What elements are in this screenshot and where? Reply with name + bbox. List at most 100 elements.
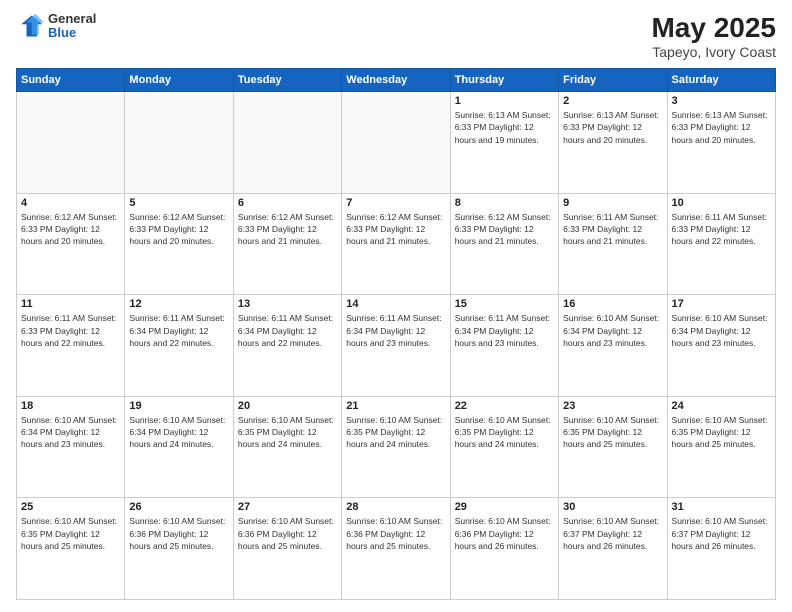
calendar-cell: 22 Sunrise: 6:10 AM Sunset: 6:35 PM Dayli…	[450, 396, 558, 498]
calendar-cell: 17Sunrise: 6:10 AM Sunset: 6:34 PM Dayli…	[667, 295, 775, 397]
day-info: Sunrise: 6:10 AM Sunset: 6:36 PM Dayligh…	[455, 515, 554, 552]
day-info: Sunrise: 6:10 AM Sunset: 6:35 PM Dayligh…	[238, 414, 337, 451]
calendar-week-1: 1Sunrise: 6:13 AM Sunset: 6:33 PM Daylig…	[17, 92, 776, 194]
day-number: 15	[455, 298, 554, 310]
calendar-cell: 5Sunrise: 6:12 AM Sunset: 6:33 PM Daylig…	[125, 193, 233, 295]
calendar-cell: 13Sunrise: 6:11 AM Sunset: 6:34 PM Dayli…	[233, 295, 341, 397]
calendar-cell: 29Sunrise: 6:10 AM Sunset: 6:36 PM Dayli…	[450, 498, 558, 600]
calendar-cell: 11 Sunrise: 6:11 AM Sunset: 6:33 PM Dayli…	[17, 295, 125, 397]
day-info: Sunrise: 6:10 AM Sunset: 6:37 PM Dayligh…	[672, 515, 771, 552]
day-number: 12	[129, 298, 228, 310]
day-info: Sunrise: 6:10 AM Sunset: 6:34 PM Dayligh…	[563, 312, 662, 349]
calendar-cell: 7 Sunrise: 6:12 AM Sunset: 6:33 PM Daylig…	[342, 193, 450, 295]
calendar-cell: 25Sunrise: 6:10 AM Sunset: 6:35 PM Dayli…	[17, 498, 125, 600]
day-info: Sunrise: 6:10 AM Sunset: 6:36 PM Dayligh…	[129, 515, 228, 552]
day-number: 13	[238, 298, 337, 310]
day-number: 9	[563, 197, 662, 209]
calendar-cell: 6 Sunrise: 6:12 AM Sunset: 6:33 PM Daylig…	[233, 193, 341, 295]
day-info: Sunrise: 6:10 AM Sunset: 6:35 PM Dayligh…	[563, 414, 662, 451]
day-number: 28	[346, 501, 445, 513]
day-info: Sunrise: 6:12 AM Sunset: 6:33 PM Dayligh…	[346, 211, 445, 248]
day-number: 21	[346, 400, 445, 412]
day-info: Sunrise: 6:10 AM Sunset: 6:35 PM Dayligh…	[21, 515, 120, 552]
day-number: 6	[238, 197, 337, 209]
calendar-cell	[233, 92, 341, 194]
calendar-cell: 14 Sunrise: 6:11 AM Sunset: 6:34 PM Dayli…	[342, 295, 450, 397]
day-number: 23	[563, 400, 662, 412]
day-number: 4	[21, 197, 120, 209]
day-number: 20	[238, 400, 337, 412]
calendar-header-row: SundayMondayTuesdayWednesdayThursdayFrid…	[17, 69, 776, 92]
day-info: Sunrise: 6:10 AM Sunset: 6:36 PM Dayligh…	[346, 515, 445, 552]
logo-line2: Blue	[48, 26, 96, 40]
calendar-cell: 27 Sunrise: 6:10 AM Sunset: 6:36 PM Dayli…	[233, 498, 341, 600]
calendar-week-3: 11 Sunrise: 6:11 AM Sunset: 6:33 PM Dayli…	[17, 295, 776, 397]
day-info: Sunrise: 6:13 AM Sunset: 6:33 PM Dayligh…	[455, 109, 554, 146]
day-info: Sunrise: 6:13 AM Sunset: 6:33 PM Dayligh…	[563, 109, 662, 146]
day-number: 3	[672, 95, 771, 107]
day-header-friday: Friday	[559, 69, 667, 92]
title-block: May 2025 Tapeyo, Ivory Coast	[651, 12, 776, 60]
day-info: Sunrise: 6:11 AM Sunset: 6:34 PM Dayligh…	[455, 312, 554, 349]
calendar-cell: 26 Sunrise: 6:10 AM Sunset: 6:36 PM Dayli…	[125, 498, 233, 600]
day-header-saturday: Saturday	[667, 69, 775, 92]
calendar-cell: 31 Sunrise: 6:10 AM Sunset: 6:37 PM Dayli…	[667, 498, 775, 600]
day-info: Sunrise: 6:11 AM Sunset: 6:34 PM Dayligh…	[346, 312, 445, 349]
calendar-cell: 19Sunrise: 6:10 AM Sunset: 6:34 PM Dayli…	[125, 396, 233, 498]
day-info: Sunrise: 6:12 AM Sunset: 6:33 PM Dayligh…	[455, 211, 554, 248]
logo-line1: General	[48, 12, 96, 26]
day-info: Sunrise: 6:10 AM Sunset: 6:34 PM Dayligh…	[21, 414, 120, 451]
logo: General Blue	[16, 12, 96, 41]
calendar-cell: 28 Sunrise: 6:10 AM Sunset: 6:36 PM Dayli…	[342, 498, 450, 600]
calendar-week-5: 25Sunrise: 6:10 AM Sunset: 6:35 PM Dayli…	[17, 498, 776, 600]
calendar-cell: 4 Sunrise: 6:12 AM Sunset: 6:33 PM Daylig…	[17, 193, 125, 295]
day-info: Sunrise: 6:13 AM Sunset: 6:33 PM Dayligh…	[672, 109, 771, 146]
day-info: Sunrise: 6:10 AM Sunset: 6:35 PM Dayligh…	[346, 414, 445, 451]
day-info: Sunrise: 6:11 AM Sunset: 6:33 PM Dayligh…	[563, 211, 662, 248]
calendar-cell: 8 Sunrise: 6:12 AM Sunset: 6:33 PM Daylig…	[450, 193, 558, 295]
day-info: Sunrise: 6:10 AM Sunset: 6:35 PM Dayligh…	[455, 414, 554, 451]
day-info: Sunrise: 6:11 AM Sunset: 6:33 PM Dayligh…	[672, 211, 771, 248]
day-info: Sunrise: 6:11 AM Sunset: 6:34 PM Dayligh…	[129, 312, 228, 349]
day-info: Sunrise: 6:12 AM Sunset: 6:33 PM Dayligh…	[21, 211, 120, 248]
calendar-cell	[17, 92, 125, 194]
day-number: 16	[563, 298, 662, 310]
day-header-sunday: Sunday	[17, 69, 125, 92]
calendar-cell	[342, 92, 450, 194]
day-info: Sunrise: 6:12 AM Sunset: 6:33 PM Dayligh…	[238, 211, 337, 248]
day-number: 31	[672, 501, 771, 513]
day-header-tuesday: Tuesday	[233, 69, 341, 92]
day-number: 7	[346, 197, 445, 209]
calendar-cell: 20 Sunrise: 6:10 AM Sunset: 6:35 PM Dayli…	[233, 396, 341, 498]
day-info: Sunrise: 6:10 AM Sunset: 6:35 PM Dayligh…	[672, 414, 771, 451]
day-number: 18	[21, 400, 120, 412]
day-number: 27	[238, 501, 337, 513]
day-number: 22	[455, 400, 554, 412]
calendar-cell: 1Sunrise: 6:13 AM Sunset: 6:33 PM Daylig…	[450, 92, 558, 194]
day-number: 14	[346, 298, 445, 310]
day-number: 24	[672, 400, 771, 412]
calendar-cell: 3 Sunrise: 6:13 AM Sunset: 6:33 PM Daylig…	[667, 92, 775, 194]
calendar-week-2: 4 Sunrise: 6:12 AM Sunset: 6:33 PM Daylig…	[17, 193, 776, 295]
day-info: Sunrise: 6:10 AM Sunset: 6:34 PM Dayligh…	[129, 414, 228, 451]
day-info: Sunrise: 6:12 AM Sunset: 6:33 PM Dayligh…	[129, 211, 228, 248]
day-info: Sunrise: 6:11 AM Sunset: 6:33 PM Dayligh…	[21, 312, 120, 349]
calendar-title: May 2025	[651, 12, 776, 44]
calendar-cell	[125, 92, 233, 194]
day-info: Sunrise: 6:10 AM Sunset: 6:37 PM Dayligh…	[563, 515, 662, 552]
calendar-table: SundayMondayTuesdayWednesdayThursdayFrid…	[16, 68, 776, 600]
calendar-cell: 12 Sunrise: 6:11 AM Sunset: 6:34 PM Dayli…	[125, 295, 233, 397]
day-header-wednesday: Wednesday	[342, 69, 450, 92]
calendar-cell: 2Sunrise: 6:13 AM Sunset: 6:33 PM Daylig…	[559, 92, 667, 194]
day-info: Sunrise: 6:10 AM Sunset: 6:36 PM Dayligh…	[238, 515, 337, 552]
day-info: Sunrise: 6:10 AM Sunset: 6:34 PM Dayligh…	[672, 312, 771, 349]
day-number: 8	[455, 197, 554, 209]
day-number: 30	[563, 501, 662, 513]
calendar-cell: 30 Sunrise: 6:10 AM Sunset: 6:37 PM Dayli…	[559, 498, 667, 600]
calendar-subtitle: Tapeyo, Ivory Coast	[651, 44, 776, 60]
day-number: 26	[129, 501, 228, 513]
page: General Blue May 2025 Tapeyo, Ivory Coas…	[0, 0, 792, 612]
day-number: 11	[21, 298, 120, 310]
day-header-monday: Monday	[125, 69, 233, 92]
day-header-thursday: Thursday	[450, 69, 558, 92]
